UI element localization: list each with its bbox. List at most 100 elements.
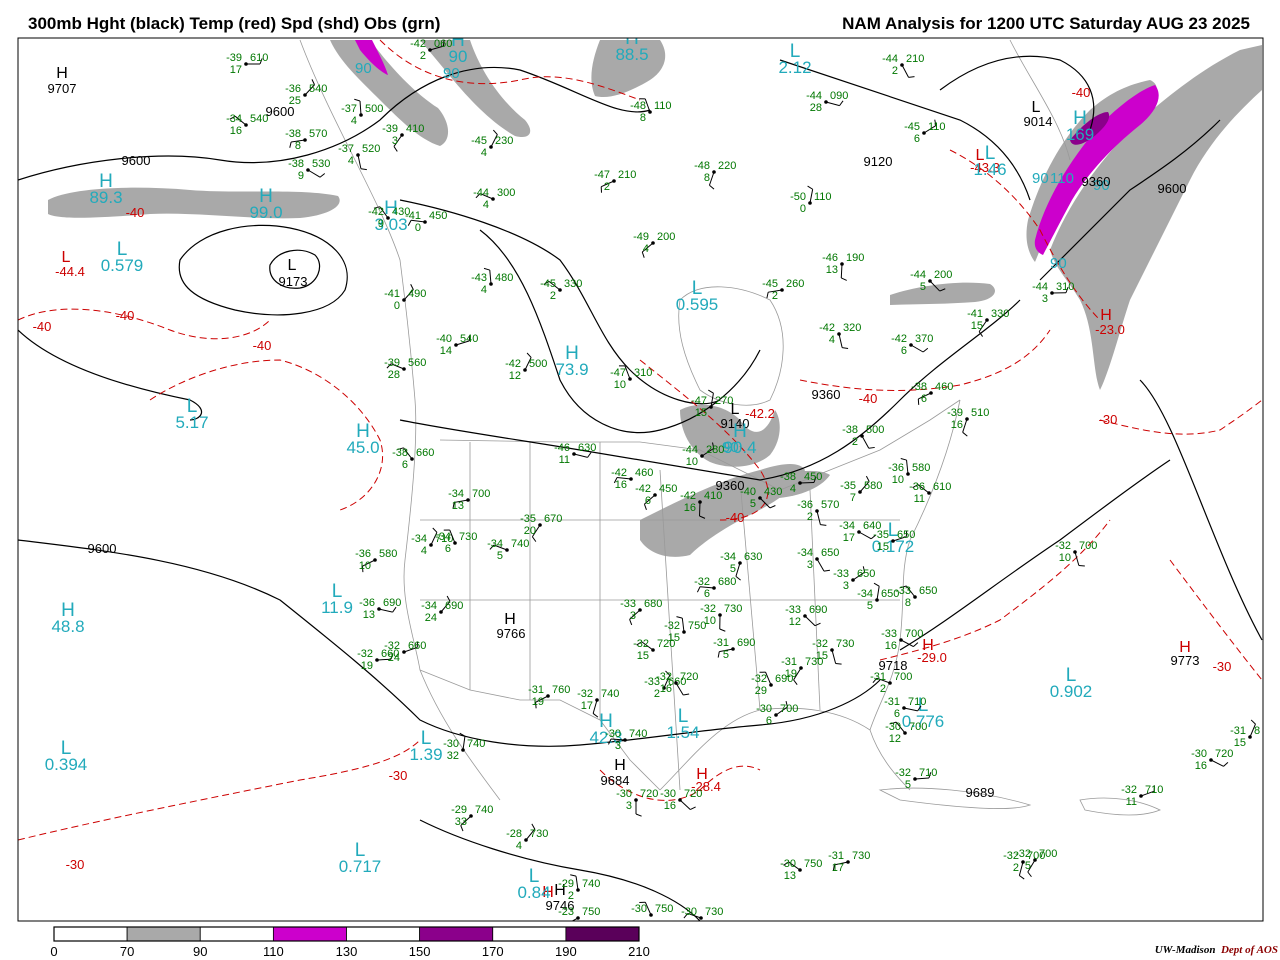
temp-label: -40 [726, 510, 745, 525]
station-plot: -49 200 4 [633, 231, 675, 258]
obs-dewpoint-depression: 6 [901, 345, 907, 357]
station-plot: -42 370 6 [891, 333, 933, 357]
wind-barb-flag [962, 431, 968, 437]
obs-dewpoint-depression: 32 [447, 750, 459, 762]
obs-height: 690 [383, 597, 401, 609]
obs-dewpoint-depression: 13 [363, 609, 375, 621]
obs-temperature: -31 [1230, 725, 1246, 737]
station-plot: -31 8 15 [1230, 719, 1260, 749]
wind-barb-flag [708, 389, 714, 394]
wind-barb-flag [289, 141, 292, 148]
obs-temperature: -32 [700, 603, 716, 615]
height-label: 9600 [88, 541, 117, 556]
obs-height: 690 [737, 637, 755, 649]
obs-temperature: -39 [382, 123, 398, 135]
height-low-letter: L [1032, 99, 1041, 116]
wind-barb [307, 169, 321, 178]
wind-barb-flag [842, 347, 849, 349]
obs-dewpoint-depression: 17 [230, 64, 242, 76]
wind-barb [735, 562, 741, 577]
station-plot: -38 660 6 [392, 447, 434, 471]
obs-height: 110 [654, 100, 672, 112]
credit-line: UW-Madison Dept of AOS [1155, 944, 1278, 956]
station-plot: -31 730 17 [828, 850, 870, 874]
obs-height: 680 [644, 598, 662, 610]
station-plot: -44 300 4 [473, 187, 515, 211]
temp-label: -40 [1072, 85, 1091, 100]
station-plot: -34 700 13 [448, 488, 490, 512]
speed-extrema-value: 0.394 [45, 755, 88, 774]
wind-barb [816, 558, 825, 572]
obs-temperature: -34 [411, 533, 427, 545]
station-plot: -43 480 4 [471, 267, 513, 296]
obs-temperature: -45 [904, 121, 920, 133]
station-plot: -30 720 16 [660, 788, 702, 812]
obs-dewpoint-depression: 33 [455, 816, 467, 828]
obs-dewpoint-depression: 5 [730, 563, 736, 575]
obs-dewpoint-depression: 4 [790, 483, 796, 495]
obs-temperature: -39 [384, 357, 400, 369]
obs-temperature: -32 [633, 638, 649, 650]
speed-extrema-value: 88.5 [615, 45, 648, 64]
obs-height: 330 [991, 308, 1009, 320]
obs-height: 730 [836, 638, 854, 650]
colorbar-bin [199, 926, 274, 942]
speed-extrema-value: 0.717 [339, 857, 382, 876]
obs-temperature: -31 [828, 850, 844, 862]
station-plot: -41 330 15 [967, 308, 1009, 337]
wind-barb-flag [841, 277, 847, 281]
obs-dewpoint-depression: 10 [686, 456, 698, 468]
station-plot: -31 760 19 [528, 684, 570, 709]
obs-temperature: -38 [288, 158, 304, 170]
weather-map: 90 90 90 90 90 90 110 9707 9600 9600 917… [17, 37, 1264, 959]
obs-temperature: -41 [967, 308, 983, 320]
obs-dewpoint-depression: 15 [816, 650, 828, 662]
obs-height: 200 [934, 269, 952, 281]
station-plot: -41 450 0 [405, 210, 447, 234]
station-plot: -34 540 16 [226, 113, 268, 137]
temp-label: -30 [389, 768, 408, 783]
obs-temperature: -45 [762, 278, 778, 290]
wind-barb-flag [873, 582, 880, 587]
obs-dewpoint-depression: 13 [452, 500, 464, 512]
obs-height: 720 [657, 638, 675, 650]
speed-extrema-value: 73.9 [555, 360, 588, 379]
obs-height: 210 [618, 169, 636, 181]
obs-temperature: -34 [435, 531, 451, 543]
speed-extrema-value: 0.595 [676, 295, 719, 314]
obs-dewpoint-depression: 5 [905, 779, 911, 791]
obs-temperature: -35 [840, 480, 856, 492]
obs-temperature: -33 [620, 598, 636, 610]
obs-temperature: -28 [506, 828, 522, 840]
obs-temperature: -34 [421, 600, 437, 612]
obs-height: 540 [250, 113, 268, 125]
station-plot: -47 210 2 [594, 169, 636, 193]
obs-height: 670 [544, 513, 562, 525]
wind-barb [573, 453, 588, 458]
speed-extrema-value: 0.579 [101, 256, 144, 275]
obs-height: 530 [312, 158, 330, 170]
obs-temperature: -37 [341, 103, 357, 115]
obs-temperature: -32 [1121, 784, 1137, 796]
obs-temperature: -30 [780, 858, 796, 870]
temp-high-letter: H [696, 766, 708, 783]
wind-barb-flag [570, 874, 577, 877]
station-plot: -34 6505 [857, 582, 899, 612]
station-plot: -38 570 8 [285, 128, 327, 152]
obs-temperature: -35 [520, 513, 536, 525]
obs-temperature: -31 [884, 696, 900, 708]
station-plot: -30 750 [631, 901, 673, 917]
wind-barb [809, 189, 814, 204]
wind-barb-flag [766, 292, 769, 299]
obs-height: 660 [416, 447, 434, 459]
station-plot: -29 740 33 [451, 804, 493, 832]
height-high-letter: H [614, 757, 626, 774]
obs-temperature: -42 [891, 333, 907, 345]
obs-dewpoint-depression: 16 [660, 683, 672, 695]
station-plot: -46 630 11 [554, 442, 596, 466]
station-plot: -34 740 5 [487, 538, 529, 562]
station-plot: -36 540 25 [285, 79, 327, 107]
colorbar-tick-label: 130 [336, 944, 358, 959]
obs-dewpoint-depression: 5 [920, 281, 926, 293]
station-plot: -44 310 3 [1032, 281, 1074, 305]
